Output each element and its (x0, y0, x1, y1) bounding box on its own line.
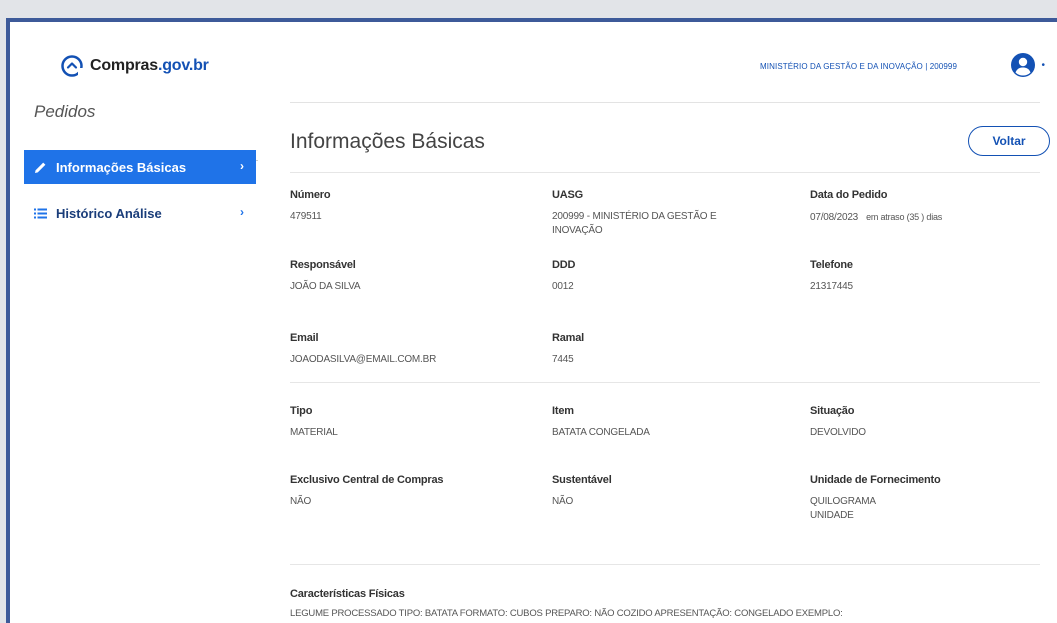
field-value: DEVOLVIDO (810, 427, 866, 438)
user-circle-icon (1011, 53, 1035, 77)
field-caracteristicas: Características Físicas LEGUME PROCESSAD… (290, 588, 1040, 623)
field-label: Sustentável (552, 474, 612, 486)
ministry-link[interactable]: MINISTÉRIO DA GESTÃO E DA INOVAÇÃO | 200… (760, 62, 957, 71)
field-label: Item (552, 405, 574, 417)
main-content: Informações Básicas Voltar Número 479511… (290, 92, 1057, 623)
pencil-icon (34, 161, 50, 174)
field-value: 0012 (552, 281, 574, 292)
field-value: 07/08/2023 em atraso (35 ) dias (810, 210, 942, 225)
field-situacao: Situação DEVOLVIDO (810, 405, 866, 440)
logo-prefix: Compras (90, 57, 158, 74)
field-uasg: UASG 200999 - MINISTÉRIO DA GESTÃO E INO… (552, 189, 762, 238)
field-value: 7445 (552, 354, 574, 365)
chevron-right-icon: › (240, 159, 244, 173)
field-tipo: Tipo MATERIAL (290, 405, 338, 440)
divider (290, 172, 1040, 173)
page-title: Informações Básicas (290, 130, 485, 153)
field-value: MATERIAL (290, 427, 338, 438)
field-label: Tipo (290, 405, 313, 417)
field-ddd: DDD 0012 (552, 259, 575, 294)
field-value: JOÃO DA SILVA (290, 281, 361, 292)
field-email: Email JOAODASILVA@EMAIL.COM.BR (290, 332, 436, 367)
date-value: 07/08/2023 (810, 212, 859, 223)
field-telefone: Telefone 21317445 (810, 259, 853, 294)
logo-suffix: .gov.br (157, 57, 209, 74)
user-menu-button[interactable] (1011, 53, 1035, 82)
field-data-pedido: Data do Pedido 07/08/2023 em atraso (35 )… (810, 189, 942, 225)
sidebar-item-informacoes-basicas[interactable]: Informações Básicas › (24, 150, 256, 184)
field-item: Item BATATA CONGELADA (552, 405, 650, 440)
field-value: QUILOGRAMA UNIDADE (810, 495, 940, 523)
compras-logo[interactable]: Compras.gov.br (60, 54, 209, 78)
field-label: Ramal (552, 332, 585, 344)
divider (290, 382, 1040, 383)
divider (290, 564, 1040, 565)
field-value: 479511 (290, 211, 322, 222)
field-value: LEGUME PROCESSADO TIPO: BATATA FORMATO: … (290, 608, 843, 623)
field-sustentavel: Sustentável NÃO (552, 474, 612, 509)
unit-value: QUILOGRAMA (810, 496, 876, 507)
sidebar-item-historico-analise[interactable]: Histórico Análise › (24, 196, 256, 230)
field-label: Unidade de Fornecimento (810, 474, 941, 486)
field-ramal: Ramal 7445 (552, 332, 584, 367)
header: Compras.gov.br MINISTÉRIO DA GESTÃO E DA… (10, 22, 1057, 92)
delay-note: em atraso (35 ) dias (866, 212, 943, 222)
field-numero: Número 479511 (290, 189, 331, 224)
field-value: NÃO (552, 496, 574, 507)
field-label: Número (290, 189, 331, 201)
compras-logo-icon (61, 55, 84, 78)
field-value: JOAODASILVA@EMAIL.COM.BR (290, 354, 437, 365)
back-button[interactable]: Voltar (968, 126, 1050, 156)
sidebar-item-label: Informações Básicas (56, 159, 187, 175)
field-value: 21317445 (810, 281, 853, 292)
field-label: Email (290, 332, 319, 344)
field-label: Situação (810, 405, 855, 417)
field-label: DDD (552, 259, 576, 271)
field-value: BATATA CONGELADA (552, 427, 650, 438)
field-value: 200999 - MINISTÉRIO DA GESTÃO E INOVAÇÃO (552, 211, 717, 236)
field-label: Telefone (810, 259, 853, 271)
sidebar-item-label: Histórico Análise (56, 205, 162, 221)
field-label: Características Físicas (290, 588, 405, 600)
field-exclusivo: Exclusivo Central de Compras NÃO (290, 474, 444, 509)
field-label: Data do Pedido (810, 189, 888, 201)
app-window: Compras.gov.br MINISTÉRIO DA GESTÃO E DA… (10, 22, 1057, 623)
field-responsavel: Responsável JOÃO DA SILVA (290, 259, 361, 294)
sidebar: Pedidos Informações Básicas › Histórico … (10, 92, 265, 623)
sidebar-title: Pedidos (34, 102, 96, 121)
list-icon (34, 208, 50, 219)
field-unidade: Unidade de Fornecimento QUILOGRAMA UNIDAD… (810, 474, 941, 523)
field-label: Responsável (290, 259, 356, 271)
unit-value: UNIDADE (810, 510, 854, 521)
field-label: UASG (552, 189, 583, 201)
caret-down-icon[interactable]: • (1041, 60, 1045, 71)
field-label: Exclusivo Central de Compras (290, 474, 444, 486)
chevron-right-icon: › (240, 205, 244, 219)
field-value: NÃO (290, 496, 312, 507)
divider (290, 102, 1040, 103)
logo-text: Compras.gov.br (90, 57, 209, 75)
